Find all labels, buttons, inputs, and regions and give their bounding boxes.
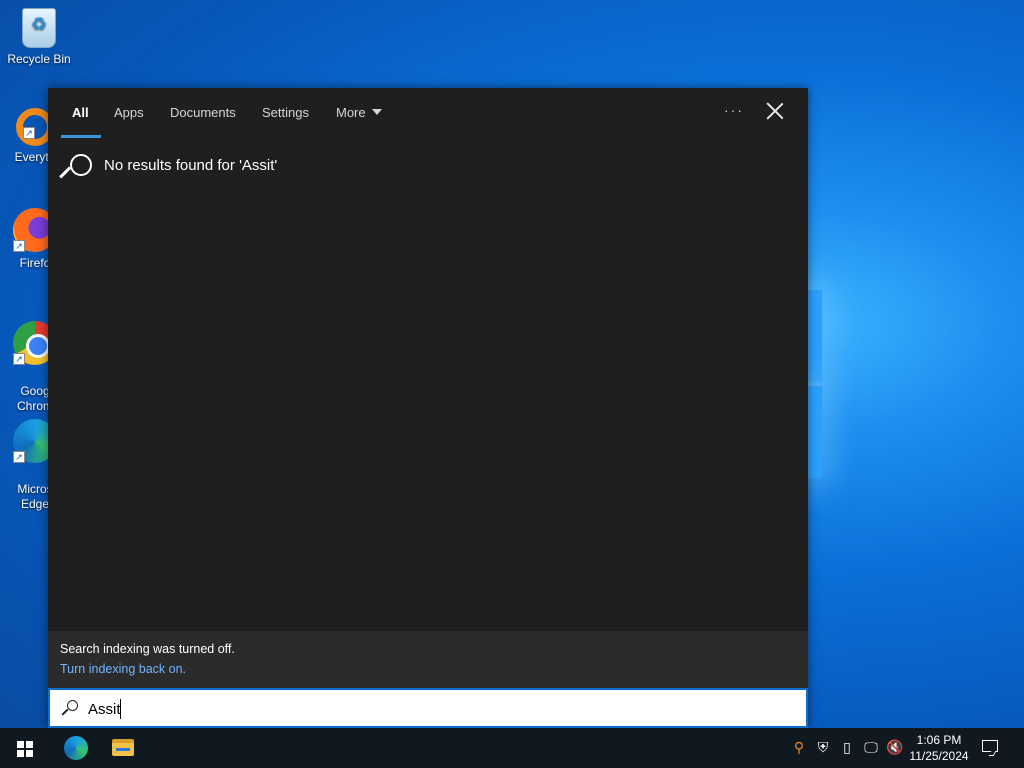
shortcut-arrow-icon: ↗ [23, 127, 35, 139]
tab-documents[interactable]: Documents [170, 105, 236, 120]
start-button[interactable] [0, 728, 48, 768]
search-input[interactable] [88, 698, 788, 720]
tab-more[interactable]: More [336, 105, 382, 120]
desktop-light-beam [806, 290, 822, 382]
turn-indexing-on-link[interactable]: Turn indexing back on. [60, 662, 186, 676]
usb-icon[interactable]: ▯ [838, 738, 856, 756]
tab-settings[interactable]: Settings [262, 105, 309, 120]
windows-logo-icon [17, 741, 33, 757]
desktop-light-beam [806, 386, 822, 478]
folder-icon [112, 739, 134, 756]
tab-apps[interactable]: Apps [114, 105, 144, 120]
more-options-button[interactable]: ··· [724, 102, 744, 118]
no-results-text: No results found for 'Assit' [104, 157, 278, 174]
desktop-icon-recycle-bin[interactable]: Recycle Bin [0, 8, 78, 67]
network-icon[interactable]: 🖵 [862, 738, 880, 756]
shortcut-arrow-icon: ↗ [13, 240, 25, 252]
recycle-bin-icon [22, 8, 56, 48]
notification-center-icon[interactable] [980, 738, 1000, 756]
clock-time: 1:06 PM [916, 733, 962, 747]
taskbar: ⚲ ⛨ ▯ 🖵 🔇 1:06 PM 11/25/2024 [0, 728, 1024, 768]
chevron-down-icon [371, 109, 382, 115]
close-icon[interactable] [766, 102, 784, 120]
taskbar-file-explorer-button[interactable] [100, 728, 148, 768]
clock[interactable]: 1:06 PM 11/25/2024 [904, 732, 974, 764]
tab-all[interactable]: All [72, 105, 89, 120]
active-tab-indicator [61, 135, 101, 138]
edge-icon [64, 736, 88, 760]
search-icon [61, 699, 80, 717]
text-cursor [120, 699, 121, 719]
search-tabs: All Apps Documents Settings More ··· [48, 88, 808, 138]
tab-more-label: More [336, 105, 366, 120]
shortcut-arrow-icon: ↗ [13, 451, 25, 463]
desktop-icon-label: Recycle Bin [7, 52, 71, 66]
search-icon [59, 152, 92, 188]
clock-date: 11/25/2024 [909, 749, 969, 763]
search-panel: All Apps Documents Settings More ··· No … [48, 88, 808, 728]
indexing-notice: Search indexing was turned off. Turn ind… [48, 631, 808, 688]
taskbar-edge-button[interactable] [52, 728, 100, 768]
everything-search-icon[interactable]: ⚲ [790, 738, 808, 756]
volume-muted-icon[interactable]: 🔇 [886, 738, 904, 756]
search-box[interactable] [48, 688, 808, 728]
shortcut-arrow-icon: ↗ [13, 353, 25, 365]
shield-icon[interactable]: ⛨ [814, 738, 832, 756]
indexing-notice-message: Search indexing was turned off. [60, 642, 235, 656]
